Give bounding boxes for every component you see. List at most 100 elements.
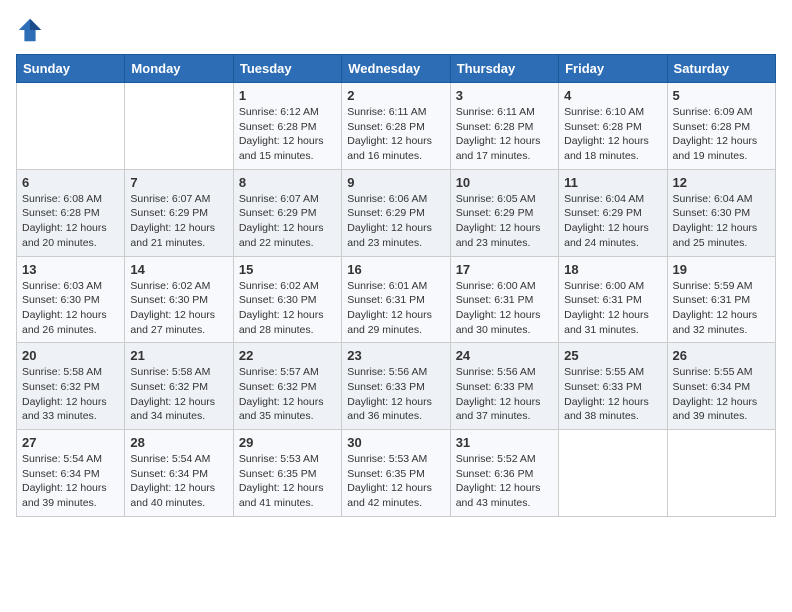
sunset-text: Sunset: 6:35 PM bbox=[347, 467, 444, 482]
sunset-text: Sunset: 6:30 PM bbox=[130, 293, 227, 308]
day-number: 29 bbox=[239, 435, 336, 450]
header-cell-friday: Friday bbox=[559, 55, 667, 83]
sunrise-text: Sunrise: 5:52 AM bbox=[456, 452, 553, 467]
sunrise-text: Sunrise: 5:57 AM bbox=[239, 365, 336, 380]
day-info: Sunrise: 6:11 AMSunset: 6:28 PMDaylight:… bbox=[456, 105, 553, 164]
day-cell: 11Sunrise: 6:04 AMSunset: 6:29 PMDayligh… bbox=[559, 169, 667, 256]
sunset-text: Sunset: 6:31 PM bbox=[673, 293, 770, 308]
sunrise-text: Sunrise: 5:58 AM bbox=[130, 365, 227, 380]
day-number: 27 bbox=[22, 435, 119, 450]
day-number: 10 bbox=[456, 175, 553, 190]
daylight-text: Daylight: 12 hours and 27 minutes. bbox=[130, 308, 227, 337]
daylight-text: Daylight: 12 hours and 23 minutes. bbox=[456, 221, 553, 250]
day-cell bbox=[667, 430, 775, 517]
day-number: 13 bbox=[22, 262, 119, 277]
sunrise-text: Sunrise: 6:05 AM bbox=[456, 192, 553, 207]
sunset-text: Sunset: 6:32 PM bbox=[239, 380, 336, 395]
daylight-text: Daylight: 12 hours and 26 minutes. bbox=[22, 308, 119, 337]
sunrise-text: Sunrise: 6:06 AM bbox=[347, 192, 444, 207]
day-cell: 20Sunrise: 5:58 AMSunset: 6:32 PMDayligh… bbox=[17, 343, 125, 430]
sunrise-text: Sunrise: 5:55 AM bbox=[673, 365, 770, 380]
day-cell: 30Sunrise: 5:53 AMSunset: 6:35 PMDayligh… bbox=[342, 430, 450, 517]
day-number: 25 bbox=[564, 348, 661, 363]
day-number: 16 bbox=[347, 262, 444, 277]
day-info: Sunrise: 6:05 AMSunset: 6:29 PMDaylight:… bbox=[456, 192, 553, 251]
sunrise-text: Sunrise: 6:10 AM bbox=[564, 105, 661, 120]
header-row: SundayMondayTuesdayWednesdayThursdayFrid… bbox=[17, 55, 776, 83]
sunrise-text: Sunrise: 6:00 AM bbox=[456, 279, 553, 294]
daylight-text: Daylight: 12 hours and 37 minutes. bbox=[456, 395, 553, 424]
day-number: 2 bbox=[347, 88, 444, 103]
sunrise-text: Sunrise: 6:02 AM bbox=[130, 279, 227, 294]
day-number: 28 bbox=[130, 435, 227, 450]
day-info: Sunrise: 5:58 AMSunset: 6:32 PMDaylight:… bbox=[22, 365, 119, 424]
sunset-text: Sunset: 6:33 PM bbox=[347, 380, 444, 395]
daylight-text: Daylight: 12 hours and 25 minutes. bbox=[673, 221, 770, 250]
daylight-text: Daylight: 12 hours and 39 minutes. bbox=[22, 481, 119, 510]
day-info: Sunrise: 5:56 AMSunset: 6:33 PMDaylight:… bbox=[347, 365, 444, 424]
day-number: 26 bbox=[673, 348, 770, 363]
sunset-text: Sunset: 6:29 PM bbox=[130, 206, 227, 221]
daylight-text: Daylight: 12 hours and 16 minutes. bbox=[347, 134, 444, 163]
day-number: 6 bbox=[22, 175, 119, 190]
daylight-text: Daylight: 12 hours and 18 minutes. bbox=[564, 134, 661, 163]
day-cell: 12Sunrise: 6:04 AMSunset: 6:30 PMDayligh… bbox=[667, 169, 775, 256]
day-info: Sunrise: 5:55 AMSunset: 6:34 PMDaylight:… bbox=[673, 365, 770, 424]
sunrise-text: Sunrise: 6:08 AM bbox=[22, 192, 119, 207]
sunrise-text: Sunrise: 6:09 AM bbox=[673, 105, 770, 120]
week-row-1: 1Sunrise: 6:12 AMSunset: 6:28 PMDaylight… bbox=[17, 83, 776, 170]
day-number: 1 bbox=[239, 88, 336, 103]
sunrise-text: Sunrise: 5:54 AM bbox=[130, 452, 227, 467]
day-cell: 16Sunrise: 6:01 AMSunset: 6:31 PMDayligh… bbox=[342, 256, 450, 343]
sunset-text: Sunset: 6:31 PM bbox=[347, 293, 444, 308]
sunrise-text: Sunrise: 6:04 AM bbox=[564, 192, 661, 207]
sunrise-text: Sunrise: 5:56 AM bbox=[456, 365, 553, 380]
day-cell: 3Sunrise: 6:11 AMSunset: 6:28 PMDaylight… bbox=[450, 83, 558, 170]
daylight-text: Daylight: 12 hours and 38 minutes. bbox=[564, 395, 661, 424]
day-cell: 6Sunrise: 6:08 AMSunset: 6:28 PMDaylight… bbox=[17, 169, 125, 256]
daylight-text: Daylight: 12 hours and 40 minutes. bbox=[130, 481, 227, 510]
day-cell: 27Sunrise: 5:54 AMSunset: 6:34 PMDayligh… bbox=[17, 430, 125, 517]
daylight-text: Daylight: 12 hours and 31 minutes. bbox=[564, 308, 661, 337]
day-info: Sunrise: 6:00 AMSunset: 6:31 PMDaylight:… bbox=[456, 279, 553, 338]
day-info: Sunrise: 5:53 AMSunset: 6:35 PMDaylight:… bbox=[239, 452, 336, 511]
day-cell: 2Sunrise: 6:11 AMSunset: 6:28 PMDaylight… bbox=[342, 83, 450, 170]
sunrise-text: Sunrise: 5:56 AM bbox=[347, 365, 444, 380]
day-number: 22 bbox=[239, 348, 336, 363]
page-header bbox=[16, 16, 776, 44]
day-info: Sunrise: 5:52 AMSunset: 6:36 PMDaylight:… bbox=[456, 452, 553, 511]
day-info: Sunrise: 6:09 AMSunset: 6:28 PMDaylight:… bbox=[673, 105, 770, 164]
sunrise-text: Sunrise: 6:07 AM bbox=[130, 192, 227, 207]
sunset-text: Sunset: 6:28 PM bbox=[347, 120, 444, 135]
day-cell: 15Sunrise: 6:02 AMSunset: 6:30 PMDayligh… bbox=[233, 256, 341, 343]
day-cell: 28Sunrise: 5:54 AMSunset: 6:34 PMDayligh… bbox=[125, 430, 233, 517]
sunset-text: Sunset: 6:31 PM bbox=[456, 293, 553, 308]
sunrise-text: Sunrise: 5:53 AM bbox=[239, 452, 336, 467]
sunset-text: Sunset: 6:28 PM bbox=[456, 120, 553, 135]
day-number: 11 bbox=[564, 175, 661, 190]
day-cell: 13Sunrise: 6:03 AMSunset: 6:30 PMDayligh… bbox=[17, 256, 125, 343]
day-cell: 5 Sunrise: 6:09 AMSunset: 6:28 PMDaylight… bbox=[667, 83, 775, 170]
week-row-5: 27Sunrise: 5:54 AMSunset: 6:34 PMDayligh… bbox=[17, 430, 776, 517]
day-number: 30 bbox=[347, 435, 444, 450]
sunrise-text: Sunrise: 5:55 AM bbox=[564, 365, 661, 380]
sunrise-text: Sunrise: 5:53 AM bbox=[347, 452, 444, 467]
daylight-text: Daylight: 12 hours and 33 minutes. bbox=[22, 395, 119, 424]
daylight-text: Daylight: 12 hours and 30 minutes. bbox=[456, 308, 553, 337]
sunrise-text: Sunrise: 6:01 AM bbox=[347, 279, 444, 294]
day-cell: 7Sunrise: 6:07 AMSunset: 6:29 PMDaylight… bbox=[125, 169, 233, 256]
logo bbox=[16, 16, 48, 44]
sunset-text: Sunset: 6:33 PM bbox=[456, 380, 553, 395]
sunset-text: Sunset: 6:29 PM bbox=[564, 206, 661, 221]
day-cell: 29 Sunrise: 5:53 AMSunset: 6:35 PMDayligh… bbox=[233, 430, 341, 517]
day-cell: 4Sunrise: 6:10 AMSunset: 6:28 PMDaylight… bbox=[559, 83, 667, 170]
sunrise-text: Sunrise: 6:03 AM bbox=[22, 279, 119, 294]
sunset-text: Sunset: 6:28 PM bbox=[22, 206, 119, 221]
daylight-text: Daylight: 12 hours and 19 minutes. bbox=[673, 134, 770, 163]
sunrise-text: Sunrise: 5:59 AM bbox=[673, 279, 770, 294]
day-info: Sunrise: 5:59 AMSunset: 6:31 PMDaylight:… bbox=[673, 279, 770, 338]
day-cell bbox=[559, 430, 667, 517]
sunrise-text: Sunrise: 6:00 AM bbox=[564, 279, 661, 294]
header-cell-wednesday: Wednesday bbox=[342, 55, 450, 83]
day-number: 5 bbox=[673, 88, 770, 103]
